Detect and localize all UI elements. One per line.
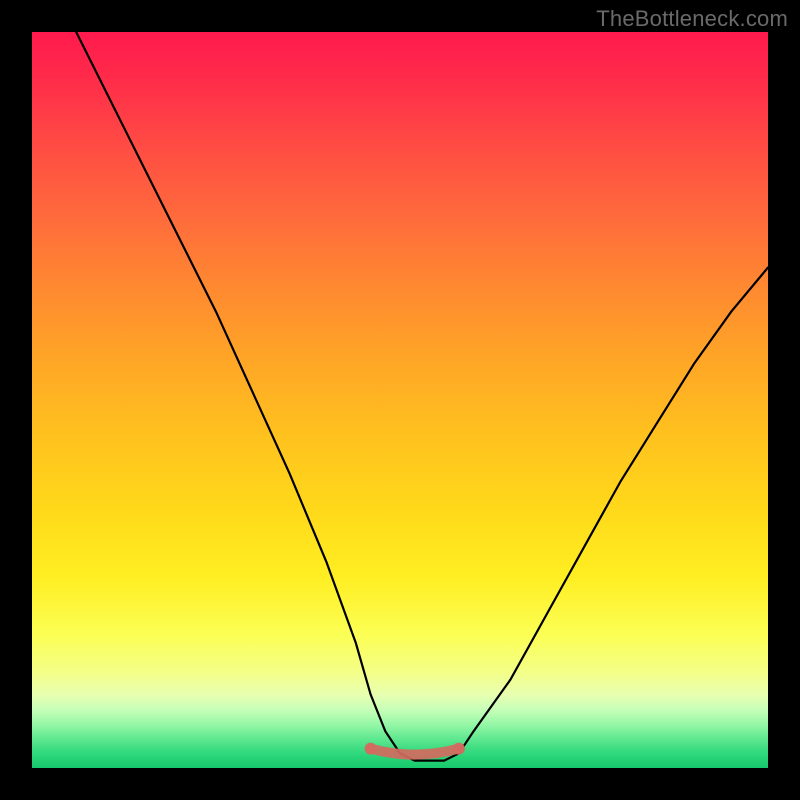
- chart-frame: TheBottleneck.com: [0, 0, 800, 800]
- watermark-text: TheBottleneck.com: [596, 6, 788, 32]
- bottleneck-curve: [76, 32, 768, 761]
- chart-svg: [32, 32, 768, 768]
- trough-highlight: [371, 749, 459, 755]
- trough-end-right: [453, 743, 465, 755]
- plot-area: [32, 32, 768, 768]
- trough-end-left: [365, 743, 377, 755]
